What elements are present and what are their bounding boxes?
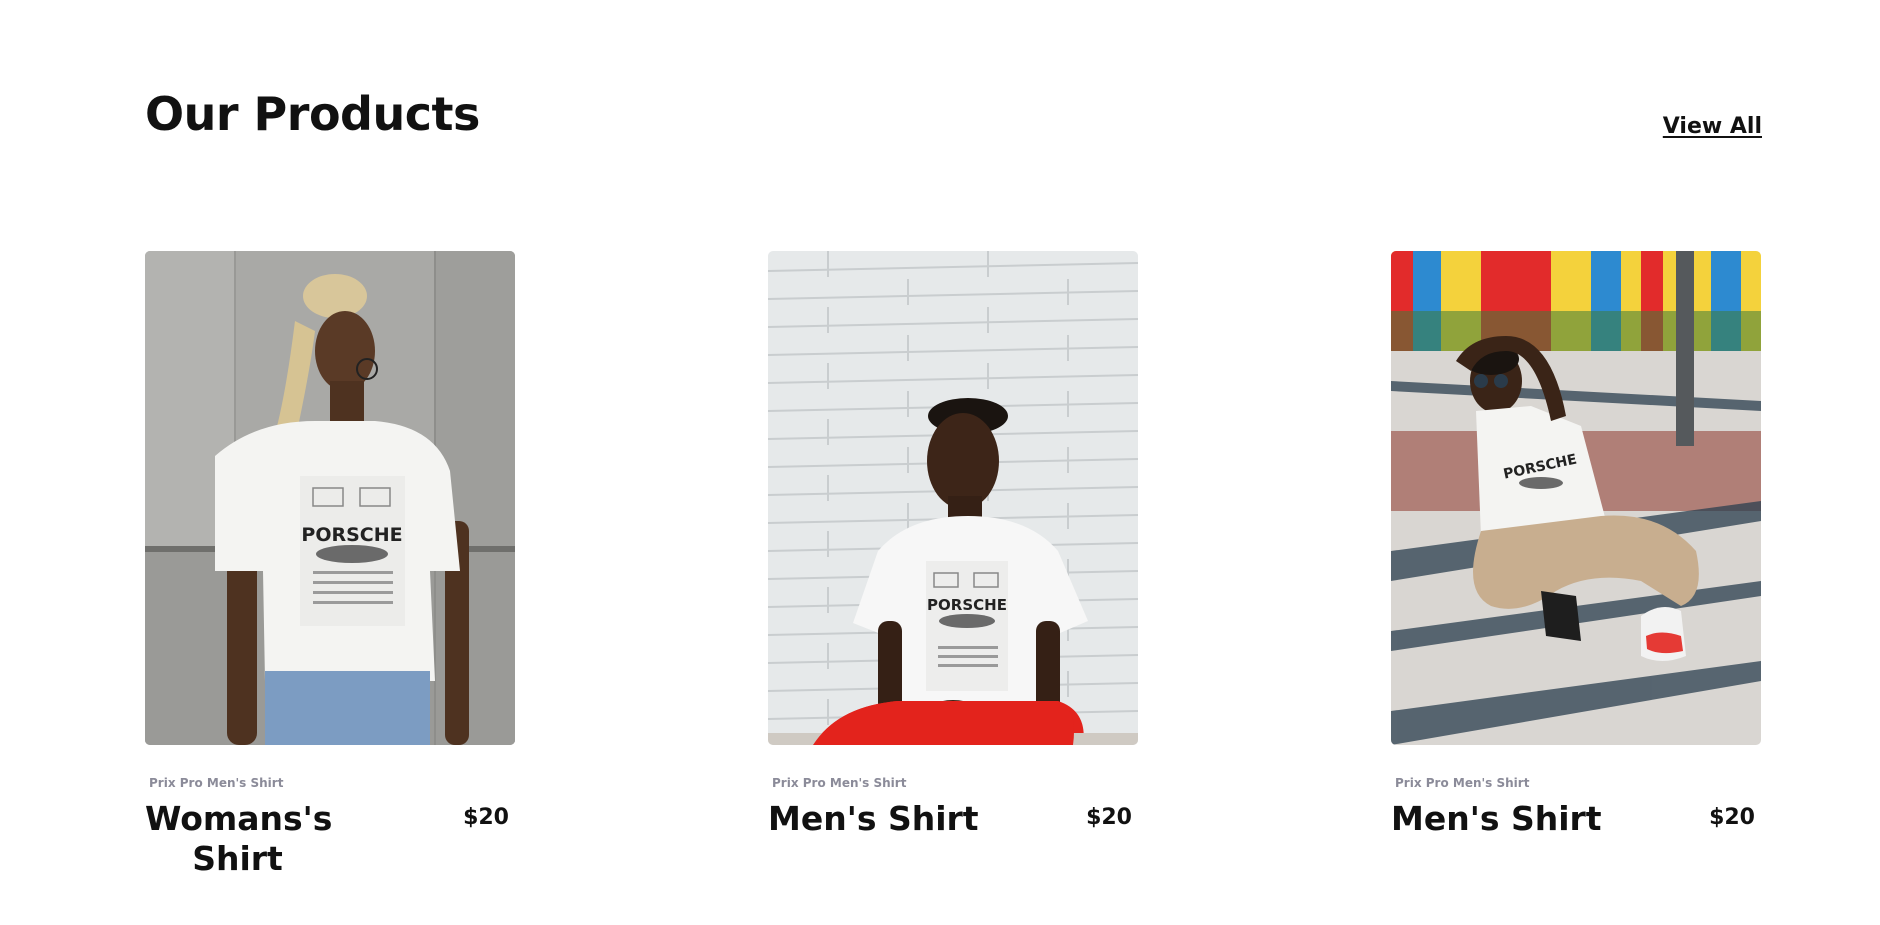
shirt-print-text: PORSCHE <box>927 596 1007 614</box>
product-name-1[interactable]: Womans's Shirt <box>145 799 332 879</box>
view-all-link[interactable]: View All <box>1663 114 1762 139</box>
product-card-3[interactable]: PORSCHE Prix Pro Men's Shirt Men's Shirt… <box>1391 251 1763 839</box>
product-brand-2: Prix Pro Men's Shirt <box>772 776 907 790</box>
product-image-1[interactable]: PORSCHE <box>145 251 515 745</box>
product-name-3[interactable]: Men's Shirt <box>1391 799 1602 839</box>
section-title: Our Products <box>145 87 480 141</box>
product-photo-man-brick-wall: PORSCHE <box>768 251 1138 745</box>
shirt-print-text: PORSCHE <box>301 524 402 546</box>
product-image-3[interactable]: PORSCHE <box>1391 251 1761 745</box>
product-price-1: $20 <box>463 805 509 830</box>
product-card-2[interactable]: PORSCHE Prix Pro Men's Shirt Men's Shirt… <box>768 251 1140 839</box>
product-name-2[interactable]: Men's Shirt <box>768 799 979 839</box>
product-brand-1: Prix Pro Men's Shirt <box>149 776 284 790</box>
product-brand-3: Prix Pro Men's Shirt <box>1395 776 1530 790</box>
product-photo-man-colorful-street: PORSCHE <box>1391 251 1761 745</box>
product-photo-woman-white-tee: PORSCHE <box>145 251 515 745</box>
product-image-2[interactable]: PORSCHE <box>768 251 1138 745</box>
product-price-2: $20 <box>1086 805 1132 830</box>
product-card-1[interactable]: PORSCHE Prix Pro Men's Shirt Womans's Sh… <box>145 251 517 879</box>
product-price-3: $20 <box>1709 805 1755 830</box>
